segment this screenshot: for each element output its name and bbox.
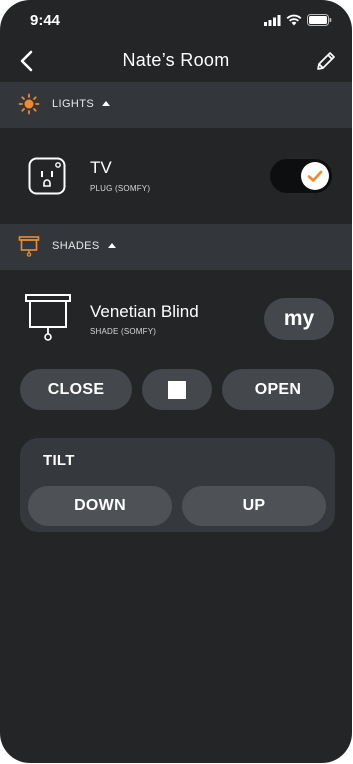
device-name-tv: TV bbox=[90, 158, 112, 177]
close-button[interactable]: CLOSE bbox=[20, 369, 132, 410]
lights-section-label: LIGHTS bbox=[52, 98, 95, 110]
toggle-knob bbox=[301, 162, 329, 190]
battery-icon bbox=[307, 14, 332, 26]
tv-power-toggle[interactable] bbox=[270, 159, 332, 193]
shade-blind-icon bbox=[25, 294, 71, 341]
lights-section-header[interactable]: LIGHTS bbox=[0, 82, 352, 128]
plug-outlet-icon bbox=[28, 157, 66, 195]
shade-icon bbox=[18, 236, 40, 257]
open-button[interactable]: OPEN bbox=[222, 369, 334, 410]
status-icons bbox=[264, 14, 332, 26]
my-position-button[interactable]: my bbox=[264, 298, 334, 340]
edit-pencil-icon[interactable] bbox=[314, 49, 338, 73]
signal-icon bbox=[264, 14, 281, 26]
tilt-label: TILT bbox=[43, 452, 75, 469]
status-time: 9:44 bbox=[30, 12, 61, 29]
collapse-caret-icon bbox=[102, 101, 110, 106]
device-subtitle-tv: PLUG (SOMFY) bbox=[90, 184, 151, 193]
tilt-down-button[interactable]: DOWN bbox=[28, 486, 172, 526]
device-subtitle-venetian-blind: SHADE (SOMFY) bbox=[90, 327, 157, 336]
sun-icon bbox=[18, 93, 40, 115]
collapse-caret-icon bbox=[108, 243, 116, 248]
device-name-venetian-blind: Venetian Blind bbox=[90, 302, 199, 321]
nav-bar: Nate’s Room bbox=[0, 40, 352, 82]
stop-button[interactable] bbox=[142, 369, 212, 410]
page-title: Nate’s Room bbox=[122, 50, 230, 70]
tilt-up-button[interactable]: UP bbox=[182, 486, 326, 526]
shades-section-label: SHADES bbox=[52, 240, 100, 252]
wifi-icon bbox=[286, 14, 302, 26]
checkmark-icon bbox=[307, 170, 323, 182]
status-bar: 9:44 bbox=[0, 0, 352, 40]
phone-screen: 9:44 Nate’s Room LIGHTS TV PLUG (SOMFY) … bbox=[0, 0, 352, 763]
shades-section-header[interactable]: SHADES bbox=[0, 224, 352, 270]
tilt-card: TILT DOWN UP bbox=[20, 438, 335, 532]
stop-square-icon bbox=[168, 380, 186, 399]
